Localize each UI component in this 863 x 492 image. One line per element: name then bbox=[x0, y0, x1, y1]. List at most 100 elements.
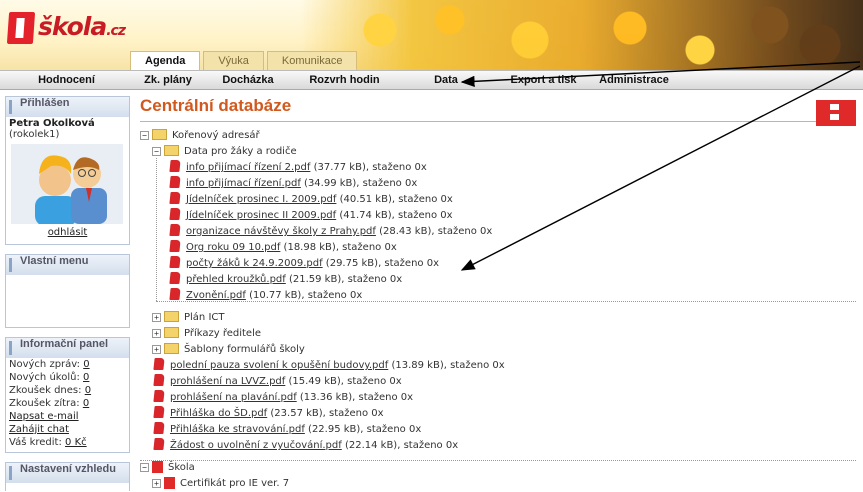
file-meta: (21.59 kB), staženo 0x bbox=[285, 274, 403, 285]
file-link[interactable]: Žádost o uvolnění z vyučování.pdf bbox=[170, 440, 342, 451]
file-row: Přihláška ke stravování.pdf (22.95 kB), … bbox=[153, 422, 422, 438]
file-row: prohlášení na LVVZ.pdf (15.49 kB), staže… bbox=[153, 374, 402, 390]
file-link[interactable]: Přihláška do ŠD.pdf bbox=[170, 408, 267, 419]
file-row: počty žáků k 24.9.2009.pdf (29.75 kB), s… bbox=[169, 256, 439, 272]
logo[interactable]: škola.cz bbox=[6, 10, 126, 46]
file-row: info přijímací řízení.pdf (34.99 kB), st… bbox=[169, 176, 417, 192]
file-row: polední pauza svolení k opušění budovy.p… bbox=[153, 358, 505, 374]
file-link[interactable]: prohlášení na LVVZ.pdf bbox=[170, 376, 285, 387]
login-panel-title: Přihlášen bbox=[6, 97, 129, 117]
own-menu-title[interactable]: Vlastní menu bbox=[6, 255, 129, 275]
file-link[interactable]: polední pauza svolení k opušění budovy.p… bbox=[170, 360, 388, 371]
tree-folder-data[interactable]: − Data pro žáky a rodiče bbox=[152, 144, 297, 160]
tab-vyuka[interactable]: Výuka bbox=[203, 51, 264, 70]
file-meta: (28.43 kB), staženo 0x bbox=[375, 226, 493, 237]
file-link[interactable]: Přihláška ke stravování.pdf bbox=[170, 424, 305, 435]
tests-today-count[interactable]: 0 bbox=[85, 385, 91, 396]
expand-icon[interactable]: + bbox=[152, 478, 161, 488]
avatar bbox=[11, 144, 123, 224]
write-email-link[interactable]: Napsat e-mail bbox=[9, 411, 79, 422]
appearance-title[interactable]: Nastavení vzhledu bbox=[6, 463, 129, 483]
file-meta: (13.36 kB), staženo 0x bbox=[296, 392, 414, 403]
tree-divider-2 bbox=[140, 460, 856, 461]
sidebar: Přihlášen Petra Okolková (rokolek1) odhl… bbox=[5, 96, 130, 491]
file-meta: (18.98 kB), staženo 0x bbox=[280, 242, 397, 253]
main-content: Centrální databáze − Kořenový adresář − Da… bbox=[140, 96, 858, 491]
logo-text: škola.cz bbox=[38, 12, 126, 41]
expand-icon[interactable]: + bbox=[152, 328, 161, 338]
file-link[interactable]: organizace návštěvy školy z Prahy.pdf bbox=[186, 226, 376, 237]
credit: Váš kredit: 0 Kč bbox=[9, 437, 87, 448]
menu-hodnoceni[interactable]: Hodnocení bbox=[0, 71, 133, 90]
page-title: Centrální databáze bbox=[140, 96, 292, 115]
pdf-icon bbox=[169, 288, 181, 300]
file-meta: (22.95 kB), staženo 0x bbox=[304, 424, 422, 435]
file-link[interactable]: Jídelníček prosinec I. 2009.pdf bbox=[186, 194, 336, 205]
tab-komunikace[interactable]: Komunikace bbox=[266, 51, 358, 70]
tree-guide bbox=[156, 158, 157, 301]
file-meta: (41.74 kB), staženo 0x bbox=[336, 210, 453, 221]
header: škola.cz Agenda Výuka Komunikace bbox=[0, 0, 863, 70]
login-panel: Přihlášen Petra Okolková (rokolek1) odhl… bbox=[5, 96, 130, 245]
avatar-illustration bbox=[35, 155, 107, 224]
tree-cert[interactable]: + Certifikát pro IE ver. 7 bbox=[152, 476, 289, 492]
menu-rozvrh[interactable]: Rozvrh hodin bbox=[293, 71, 396, 90]
pdf-icon bbox=[153, 406, 165, 418]
tree-school[interactable]: − Škola bbox=[140, 460, 195, 476]
tree-folder[interactable]: + Šablony formulářů školy bbox=[152, 342, 305, 358]
pdf-icon bbox=[169, 176, 181, 188]
collapse-icon[interactable]: − bbox=[140, 462, 149, 472]
menu-export[interactable]: Export a tisk bbox=[496, 71, 591, 90]
expand-icon[interactable]: + bbox=[152, 312, 161, 322]
tab-agenda[interactable]: Agenda bbox=[130, 51, 201, 70]
file-link[interactable]: info přijímací řízení.pdf bbox=[186, 178, 301, 189]
collapse-icon[interactable]: − bbox=[140, 130, 149, 140]
file-row: info přijímací řízení 2.pdf (37.77 kB), … bbox=[169, 160, 427, 176]
tree-root[interactable]: − Kořenový adresář bbox=[140, 128, 260, 144]
menu-data[interactable]: Data bbox=[396, 71, 496, 90]
file-link[interactable]: Org roku 09 10.pdf bbox=[186, 242, 280, 253]
info-panel-title: Informační panel bbox=[6, 338, 129, 358]
new-messages-count[interactable]: 0 bbox=[83, 359, 89, 370]
tree-folder[interactable]: + Příkazy ředitele bbox=[152, 326, 261, 342]
file-link[interactable]: přehled kroužků.pdf bbox=[186, 274, 286, 285]
file-meta: (10.77 kB), staženo 0x bbox=[245, 290, 363, 301]
logo-mark bbox=[6, 12, 36, 44]
file-row: přehled kroužků.pdf (21.59 kB), staženo … bbox=[169, 272, 403, 288]
menu-zk-plany[interactable]: Zk. plány bbox=[133, 71, 203, 90]
expand-icon[interactable]: + bbox=[152, 344, 161, 354]
file-link[interactable]: počty žáků k 24.9.2009.pdf bbox=[186, 258, 323, 269]
title-divider bbox=[140, 121, 830, 122]
pdf-icon bbox=[153, 358, 165, 370]
info-panel: Informační panel Nových zpráv: 0 Nových … bbox=[5, 337, 130, 453]
file-link[interactable]: Zvonění.pdf bbox=[186, 290, 246, 301]
tree-folder[interactable]: + Plán ICT bbox=[152, 310, 225, 326]
tests-tomorrow-count[interactable]: 0 bbox=[83, 398, 89, 409]
pdf-icon bbox=[153, 438, 165, 450]
credit-value[interactable]: 0 Kč bbox=[65, 437, 87, 448]
user-name: Petra Okolková bbox=[9, 118, 95, 129]
folder-icon bbox=[164, 326, 179, 338]
database-icon bbox=[816, 100, 856, 126]
collapse-icon[interactable]: − bbox=[152, 146, 161, 156]
file-row: Jídelníček prosinec II 2009.pdf (41.74 k… bbox=[169, 208, 453, 224]
pdf-icon bbox=[169, 272, 181, 284]
own-menu-panel: Vlastní menu bbox=[5, 254, 130, 328]
menu-administrace[interactable]: Administrace bbox=[591, 71, 677, 90]
new-messages: Nových zpráv: 0 bbox=[9, 359, 90, 370]
logout-link[interactable]: odhlásit bbox=[48, 227, 88, 238]
file-link[interactable]: prohlášení na plavání.pdf bbox=[170, 392, 297, 403]
pdf-icon bbox=[169, 208, 181, 220]
file-meta: (22.14 kB), staženo 0x bbox=[341, 440, 459, 451]
start-chat-link[interactable]: Zahájit chat bbox=[9, 424, 69, 435]
file-link[interactable]: Jídelníček prosinec II 2009.pdf bbox=[186, 210, 336, 221]
folder-icon bbox=[152, 128, 167, 140]
pdf-icon bbox=[169, 224, 181, 236]
appearance-panel: Nastavení vzhledu bbox=[5, 462, 130, 491]
user-login: (rokolek1) bbox=[9, 129, 60, 140]
folder-icon bbox=[164, 342, 179, 354]
file-link[interactable]: info přijímací řízení 2.pdf bbox=[186, 162, 310, 173]
menu-dochazka[interactable]: Docházka bbox=[203, 71, 293, 90]
new-tasks-count[interactable]: 0 bbox=[83, 372, 89, 383]
file-meta: (13.89 kB), staženo 0x bbox=[388, 360, 505, 371]
